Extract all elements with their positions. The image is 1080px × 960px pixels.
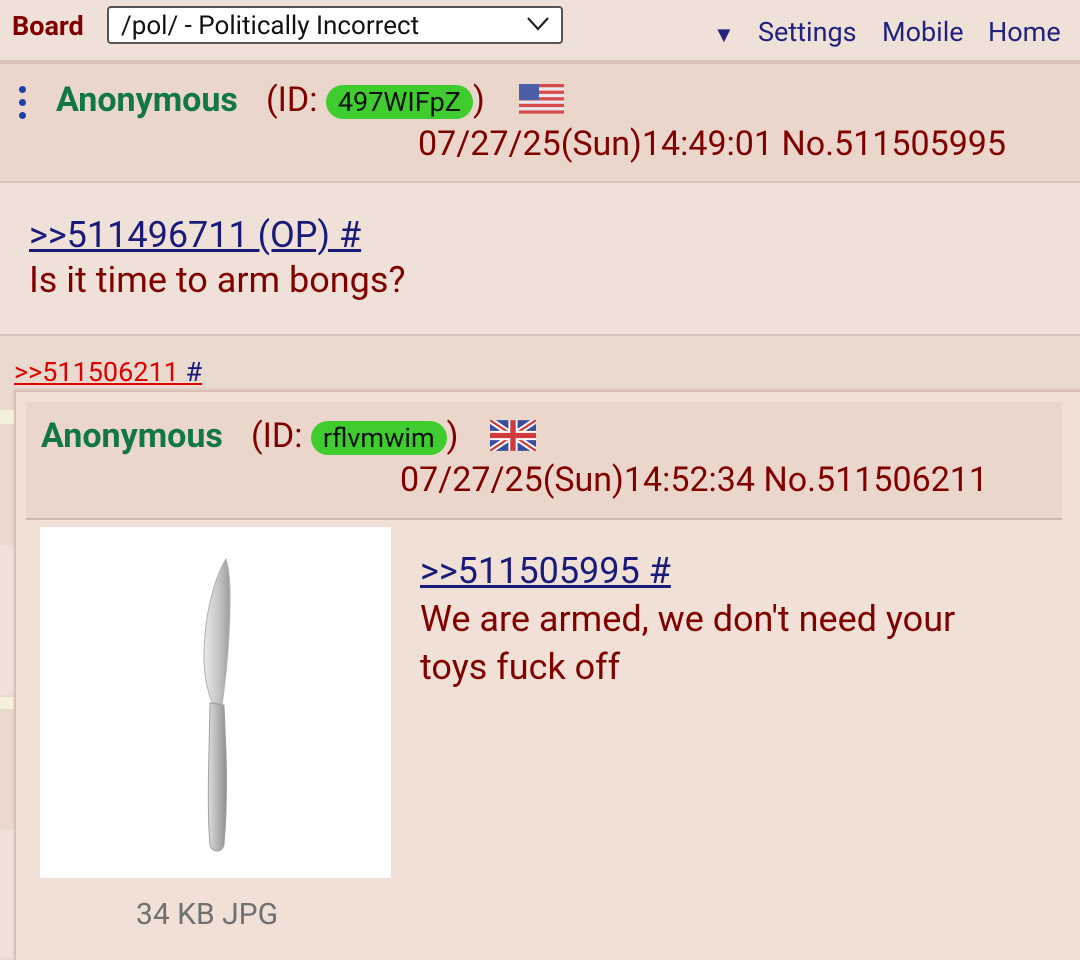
id-badge[interactable]: rflvmwim: [310, 421, 447, 456]
poster-id: (ID: rflvmwim): [251, 416, 459, 456]
knife-image-icon: [203, 557, 231, 852]
poster-name: Anonymous: [41, 416, 223, 456]
post-datetime: 07/27/25(Sun)14:49:01 No.511505995: [418, 124, 1007, 164]
id-badge[interactable]: 497WIFpZ: [325, 85, 473, 120]
post-header: Anonymous (ID: rflvmwim) 07/27/25(Sun)14…: [26, 402, 1062, 520]
underlying-post-edge: [0, 410, 14, 424]
post-image[interactable]: [40, 527, 391, 878]
quote-link[interactable]: >>511496711 (OP) #: [29, 214, 361, 256]
post-text: Is it time to arm bongs?: [29, 259, 406, 301]
board-label: Board: [12, 10, 84, 42]
poster-name: Anonymous: [56, 80, 238, 120]
board-select-value: /pol/ - Politically Incorrect: [121, 11, 420, 41]
post-datetime: 07/27/25(Sun)14:52:34 No.511506211: [400, 460, 989, 500]
uk-flag-icon: [490, 420, 536, 451]
underlying-post-edge: [0, 830, 14, 958]
settings-link[interactable]: Settings: [758, 16, 857, 48]
quote-link[interactable]: >>511505995 #: [420, 550, 671, 592]
post-text-line: We are armed, we don't need your: [420, 598, 956, 640]
backlink[interactable]: >>511506211 #: [14, 356, 202, 388]
post-preview: Anonymous (ID: rflvmwim) 07/27/25(Sun)14…: [14, 390, 1080, 960]
post-text-line: toys fuck off: [420, 646, 621, 688]
chevron-down-icon: [527, 17, 549, 31]
underlying-post-edge: [0, 697, 14, 709]
mobile-link[interactable]: Mobile: [882, 16, 964, 48]
dropdown-arrow-icon[interactable]: ▼: [713, 22, 735, 48]
reply-post: Anonymous (ID: 497WIFpZ) 07/27/25(Sun)14…: [0, 64, 1080, 334]
us-flag-icon: [519, 84, 564, 114]
top-bar: Board /pol/ - Politically Incorrect ▼ Se…: [0, 0, 1080, 60]
board-select[interactable]: /pol/ - Politically Incorrect: [107, 6, 563, 44]
post-menu-icon[interactable]: [17, 86, 29, 122]
underlying-post-edge: [0, 545, 14, 695]
post-header: Anonymous (ID: 497WIFpZ) 07/27/25(Sun)14…: [0, 64, 1080, 183]
file-info: 34 KB JPG: [136, 897, 279, 932]
poster-id: (ID: 497WIFpZ): [266, 80, 485, 120]
home-link[interactable]: Home: [988, 16, 1061, 48]
